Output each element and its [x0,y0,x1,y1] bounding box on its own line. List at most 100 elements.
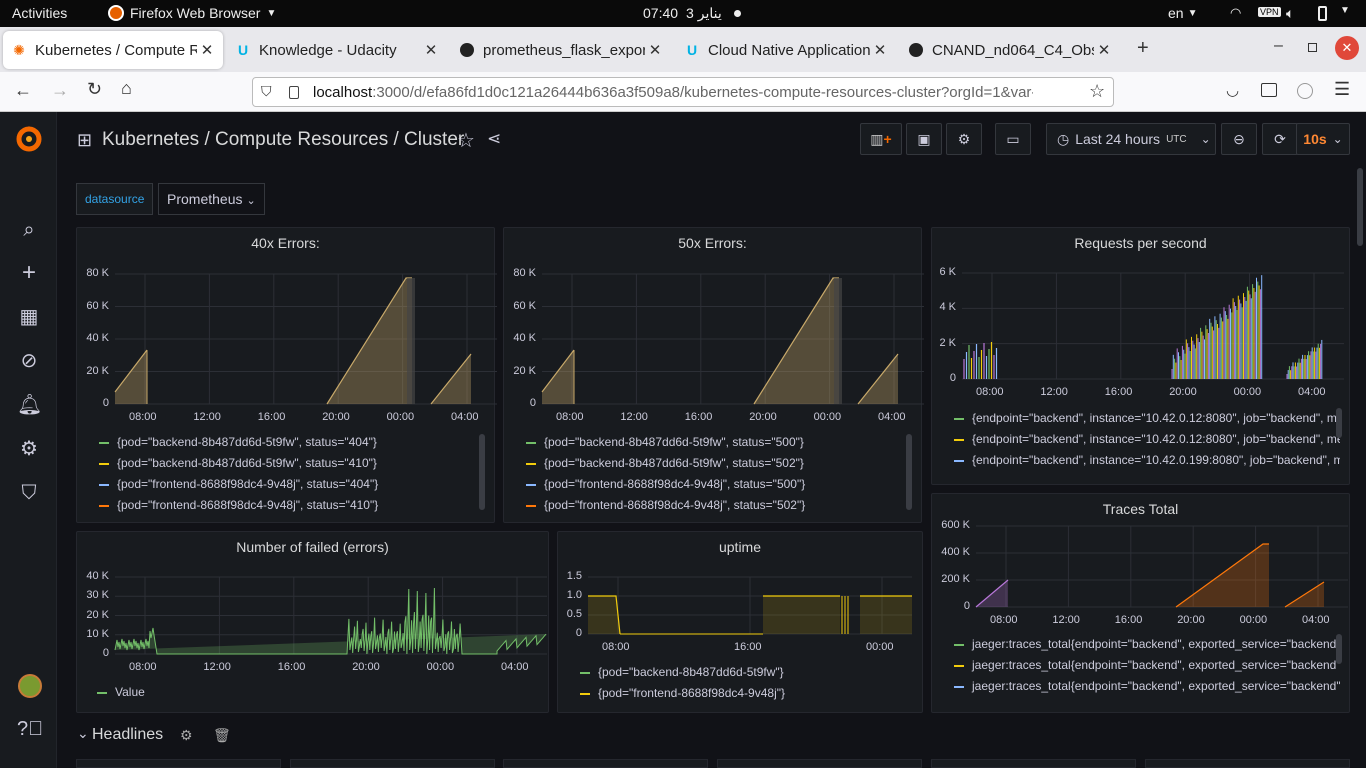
close-icon[interactable]: ✕ [421,41,441,59]
time-range-picker[interactable]: ◷ Last 24 hours UTC ⌄ [1046,123,1216,155]
hamburger-menu-icon[interactable]: ☰ [1334,79,1350,100]
legend-item[interactable]: {endpoint="backend", instance="10.42.0.1… [954,432,1340,446]
dashboard-title[interactable]: Kubernetes / Compute Resources / Cluster [102,129,464,151]
panel-40x-errors[interactable]: 40x Errors: 80 K 60 K 40 K 20 K 0 08:00 12:00 1… [76,227,497,523]
bookmark-star-icon[interactable]: ☆ [1089,81,1105,102]
close-icon[interactable]: ✕ [197,41,217,59]
volume-icon[interactable]: 🔈︎ [1286,5,1294,22]
legend-scrollbar[interactable] [479,434,485,510]
tab-github-cnand[interactable]: CNAND_nd064_C4_Obse ✕ [900,31,1120,69]
add-panel-button[interactable]: ▥+ [860,123,902,155]
legend-item[interactable]: jaeger:traces_total{endpoint="backend", … [954,679,1340,693]
vpn-icon[interactable]: VPN [1258,7,1281,17]
clock[interactable]: 07:40 3 يناير [643,5,741,22]
pocket-icon[interactable]: ◡ [1226,81,1239,99]
panel-50x-errors[interactable]: 50x Errors: 80 K 60 K 40 K 20 K 0 08:00 12:00 1… [503,227,924,523]
series-area [407,278,415,404]
help-icon[interactable]: ?⃝ [17,717,43,741]
panel-requests-per-second[interactable]: Requests per second 6 K4 K2 K 0 08:00 12:00… [931,227,1350,485]
dashboards-grid-icon[interactable]: ▦ [17,305,41,329]
save-dashboard-button[interactable]: ▣ [906,123,942,155]
new-tab-plus-icon[interactable]: + [1137,37,1149,60]
panel-traces-total[interactable]: Traces Total 600 K 400 K 200 K 0 08:00 12:00 1… [931,493,1350,713]
favorite-star-icon[interactable]: ☆ [457,128,475,153]
legend-item[interactable]: {pod="backend-8b487dd6d-5t9fw", status="… [99,435,459,449]
vpn-globe-icon[interactable] [1297,83,1313,99]
graph-canvas[interactable] [77,532,547,732]
keyboard-layout-indicator[interactable]: en ▼ [1168,5,1197,21]
panel-number-of-failed[interactable]: Number of failed (errors) 40 K 30 K 20 K 10… [76,531,549,713]
graph-canvas[interactable] [558,532,977,732]
search-icon[interactable]: ⌕ [17,218,41,242]
close-icon[interactable]: ✕ [645,41,665,59]
x-tick-label: 12:00 [203,661,231,673]
system-menu-chevron-icon[interactable]: ▼ [1340,5,1350,16]
alerting-bell-icon[interactable]: 🔔︎ [17,393,42,417]
forward-arrow-icon[interactable]: → [51,80,69,101]
create-plus-icon[interactable]: + [17,261,41,285]
legend-label: jaeger:traces_total{endpoint="backend", … [972,658,1340,672]
home-icon[interactable]: ⌂ [121,78,132,99]
tab-udacity-cloud-native[interactable]: U Cloud Native Application ✕ [676,31,896,69]
legend-item[interactable]: {pod="backend-8b487dd6d-5t9fw", status="… [99,456,459,470]
datasource-select[interactable]: Prometheus ⌄ [158,183,265,215]
page-icon [289,86,299,99]
battery-icon[interactable] [1318,6,1327,21]
legend-scrollbar[interactable] [906,434,912,510]
share-icon[interactable]: ⋖ [487,129,501,149]
chevron-down-icon[interactable]: ⌄ [77,725,89,742]
legend-item[interactable]: jaeger:traces_total{endpoint="backend", … [954,637,1340,651]
tab-grafana[interactable]: ✺ Kubernetes / Compute Re ✕ [3,31,223,69]
page-scrollbar-thumb[interactable] [1357,168,1363,246]
refresh-button[interactable]: ⟳ [1262,123,1298,155]
legend-item[interactable]: {pod="backend-8b487dd6d-5t9fw", status="… [526,435,886,449]
dashboard-grid-icon[interactable]: ⊞ [77,130,92,151]
legend-scrollbar[interactable] [1336,408,1342,438]
legend-item[interactable]: {endpoint="backend", instance="10.42.0.1… [954,453,1340,467]
zoom-out-button[interactable]: ⊖ [1221,123,1257,155]
graph-canvas[interactable] [932,228,1351,428]
cycle-view-mode-button[interactable]: ▭ [995,123,1031,155]
graph-canvas[interactable] [504,228,924,428]
legend-item[interactable]: {endpoint="backend", instance="10.42.0.1… [954,411,1340,425]
shield-icon[interactable]: ⛉ [261,83,272,100]
panel-uptime[interactable]: uptime 1.5 1.0 0.5 0 08:00 16:00 00:00 {pod="ba… [557,531,923,713]
legend-item[interactable]: {pod="frontend-8688f98dc4-9v48j", status… [99,477,459,491]
window-close-icon[interactable]: ✕ [1335,36,1359,60]
tab-udacity-knowledge[interactable]: U Knowledge - Udacity ✕ [227,31,447,69]
y-tick-label: 40 K [86,570,109,582]
maximize-icon[interactable] [1308,43,1317,52]
row-title[interactable]: Headlines [92,726,163,744]
row-settings-gear-icon[interactable]: ⚙ [180,727,193,744]
server-admin-shield-icon[interactable]: ⛉ [17,481,41,505]
reload-icon[interactable]: ↻ [87,79,102,100]
legend-item[interactable]: {pod="frontend-8688f98dc4-9v48j", status… [526,498,886,512]
configuration-gear-icon[interactable]: ⚙ [17,437,41,461]
app-menu[interactable]: Firefox Web Browser ▼ [108,5,276,21]
reader-sidebar-icon[interactable] [1261,83,1277,97]
legend-item[interactable]: {pod="backend-8b487dd6d-5t9fw"} [580,665,900,679]
close-icon[interactable]: ✕ [870,41,890,59]
grafana-logo-icon[interactable] [14,124,44,154]
graph-canvas[interactable] [77,228,497,428]
explore-compass-icon[interactable]: ⊘ [17,349,41,373]
tab-github-flask-exporter[interactable]: prometheus_flask_expor ✕ [451,31,671,69]
close-icon[interactable]: ✕ [1094,41,1114,59]
user-avatar[interactable] [18,674,42,698]
legend-scrollbar[interactable] [1336,634,1342,664]
legend-item[interactable]: Value [97,685,497,699]
url-bar[interactable]: ⛉ localhost:3000/d/efa86fd1d0c121a26444b… [252,77,1114,107]
url-text[interactable]: localhost:3000/d/efa86fd1d0c121a26444b63… [313,84,1033,101]
legend-item[interactable]: {pod="frontend-8688f98dc4-9v48j", status… [526,477,886,491]
legend-item[interactable]: jaeger:traces_total{endpoint="backend", … [954,658,1340,672]
activities-button[interactable]: Activities [12,5,67,21]
legend-item[interactable]: {pod="frontend-8688f98dc4-9v48j"} [580,686,900,700]
row-delete-trash-icon[interactable]: 🗑︎ [213,727,231,744]
dashboard-settings-button[interactable]: ⚙ [946,123,982,155]
refresh-interval-picker[interactable]: 10s ⌄ [1296,123,1350,155]
minimize-icon[interactable]: – [1274,37,1283,55]
wifi-icon[interactable]: ◠ [1230,5,1241,21]
legend-item[interactable]: {pod="backend-8b487dd6d-5t9fw", status="… [526,456,886,470]
legend-item[interactable]: {pod="frontend-8688f98dc4-9v48j", status… [99,498,459,512]
back-arrow-icon[interactable]: ← [14,80,32,101]
